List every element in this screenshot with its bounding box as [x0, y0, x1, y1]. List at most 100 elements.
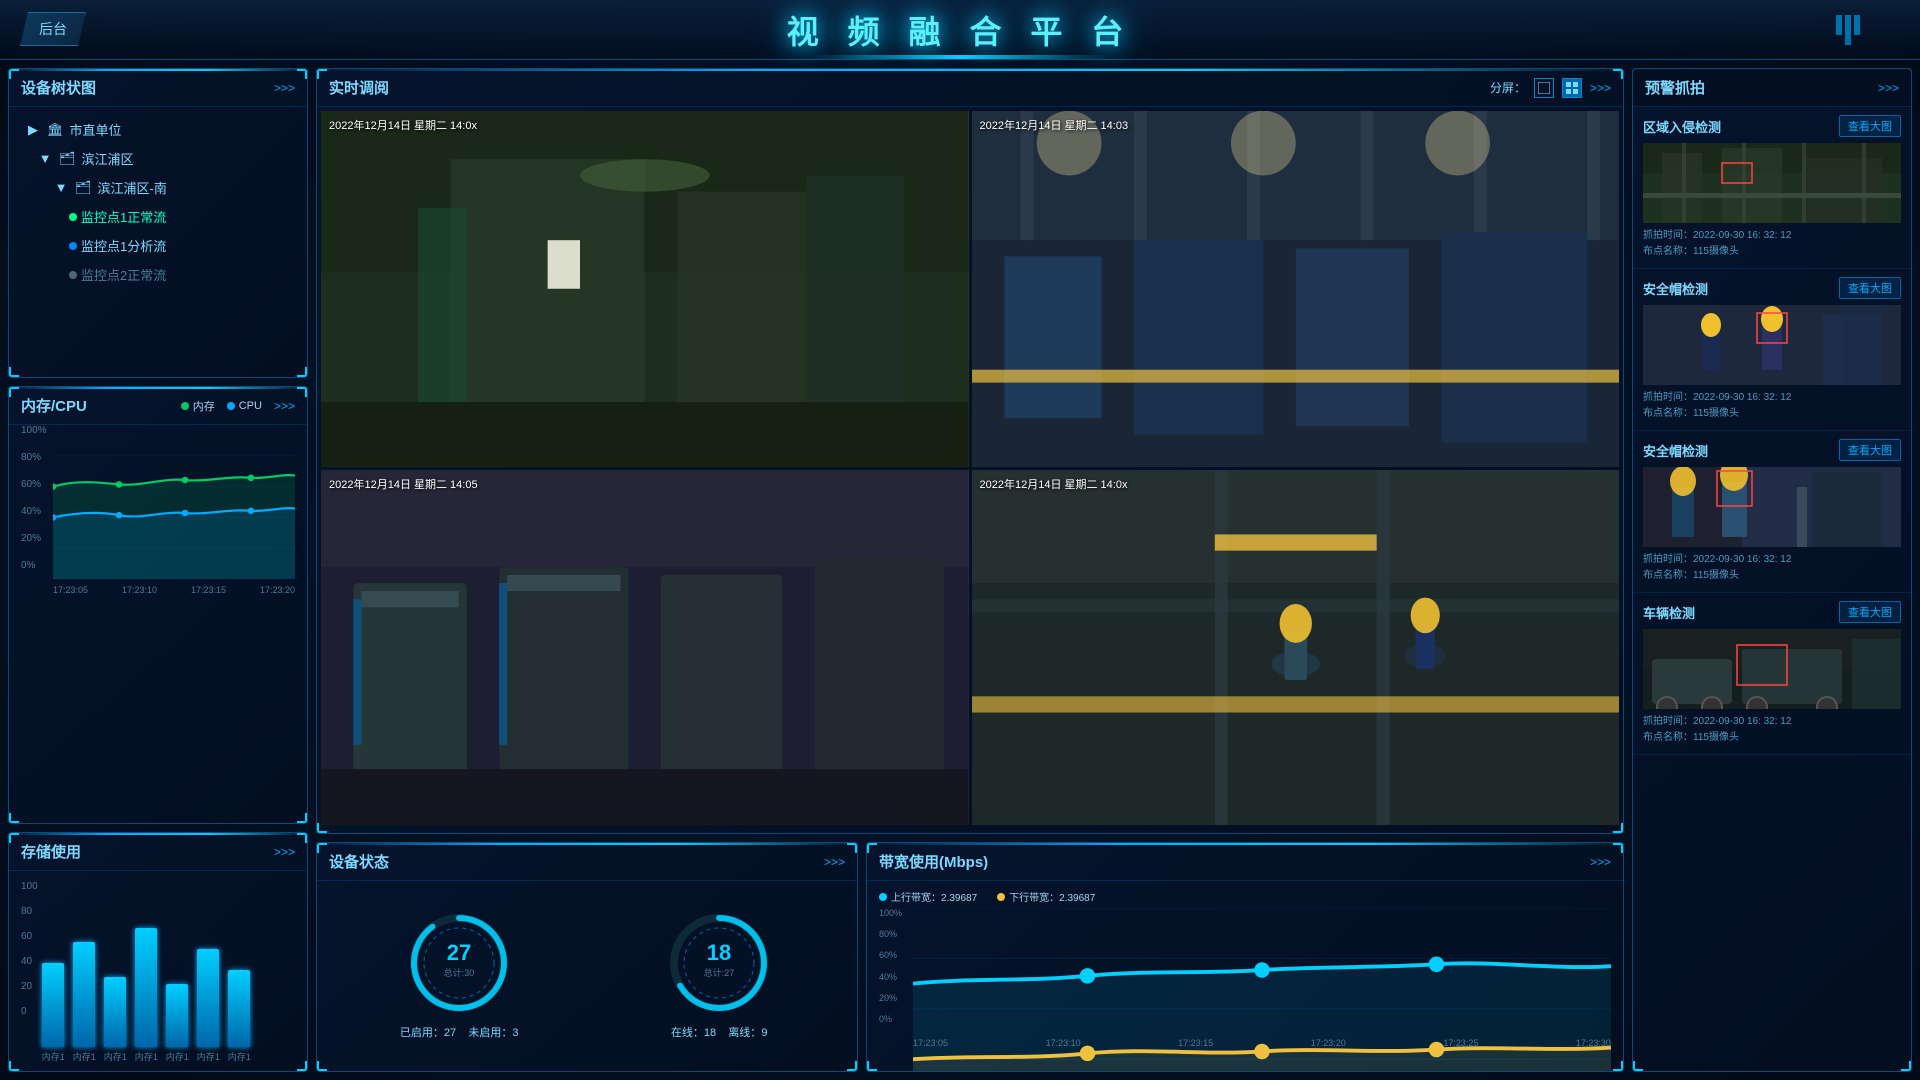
tree-node-label: 市直单位 [70, 120, 122, 139]
tree-node-label-4: 监控点1正常流 [81, 207, 166, 226]
cpu-memory-panel: 内存/CPU 内存 CPU >>> [8, 386, 308, 824]
tree-arrow-south-icon: ▼ [53, 180, 69, 196]
device-tree-more[interactable]: >>> [274, 81, 295, 95]
main-layout: 设备树状图 >>> ▶ 🏛 市直单位 ▼ 🗂 滨江浦区 ▼ 🗂 滨江浦区-南 [0, 60, 1920, 1080]
back-button[interactable]: 后台 [20, 12, 86, 46]
memory-legend-label: 内存 [193, 398, 215, 414]
preview-item-3-header: 安全帽检测 查看大图 [1643, 439, 1901, 461]
storage-content: 100 80 60 40 20 0 内存1 内存1 [9, 871, 307, 1069]
bw-y-labels: 100% 80% 60% 40% 20% 0% [879, 908, 911, 1024]
video-more[interactable]: >>> [1590, 81, 1611, 95]
device-status-title: 设备状态 [329, 851, 389, 872]
split-btn-4[interactable] [1562, 78, 1582, 98]
bandwidth-title: 带宽使用(Mbps) [879, 851, 988, 872]
bar-label-5: 内存1 [166, 1050, 189, 1063]
preview-item-1: 区域入侵检测 查看大图 [1633, 107, 1911, 269]
bandwidth-legend: 上行带宽：2.39687 下行带宽：2.39687 [879, 889, 1611, 904]
warning-capture-more[interactable]: >>> [1878, 81, 1899, 95]
split-btn-1[interactable] [1534, 78, 1554, 98]
tree-node-label-5: 监控点1分析流 [81, 236, 166, 255]
preview-item-4-title: 车辆检测 [1643, 603, 1695, 622]
y-label-80: 80% [21, 452, 51, 463]
storage-bar-3 [104, 977, 126, 1047]
tree-arrow-down-icon: ▼ [37, 151, 53, 167]
cpu-panel-title: 内存/CPU [21, 395, 87, 416]
preview-item-2-view-btn[interactable]: 查看大图 [1839, 277, 1901, 299]
storage-bar-5 [166, 984, 188, 1047]
gauge-1-svg: 27 总计:30 [404, 908, 514, 1018]
cpu-dot-3 [182, 510, 189, 517]
tree-node-monitor1-analysis[interactable]: 监控点1分析流 [21, 231, 295, 260]
preview-item-4: 车辆检测 查看大图 [1633, 593, 1911, 755]
storage-bars-container: 内存1 内存1 内存1 内存1 [42, 877, 295, 1063]
device-status-more[interactable]: >>> [824, 855, 845, 869]
memory-dot-3 [182, 477, 189, 484]
cpu-dot-4 [248, 508, 255, 515]
device-tree-panel: 设备树状图 >>> ▶ 🏛 市直单位 ▼ 🗂 滨江浦区 ▼ 🗂 滨江浦区-南 [8, 68, 308, 378]
storage-bar-4 [135, 928, 157, 1047]
preview-item-1-view-btn[interactable]: 查看大图 [1839, 115, 1901, 137]
preview-item-4-view-btn[interactable]: 查看大图 [1839, 601, 1901, 623]
bw-x-labels: 17:23:05 17:23:10 17:23:15 17:23:20 17:2… [913, 1038, 1611, 1048]
gauge-1-stats: 已启用：27 未启用：3 [400, 1024, 519, 1040]
header: 后台 视 频 融 合 平 台 [0, 0, 1920, 60]
preview-img-4 [1643, 629, 1901, 709]
bandwidth-panel: 带宽使用(Mbps) >>> 上行带宽：2.39687 下行带宽：2.39687 [866, 842, 1624, 1072]
storage-bar-7 [228, 970, 250, 1047]
video-timestamp-3: 2022年12月14日 星期二 14:05 [329, 476, 478, 492]
svg-text:27: 27 [447, 940, 471, 965]
tree-node-city[interactable]: ▶ 🏛 市直单位 [21, 115, 295, 144]
tree-node-binjiang-south[interactable]: ▼ 🗂 滨江浦区-南 [21, 173, 295, 202]
bandwidth-more[interactable]: >>> [1590, 855, 1611, 869]
tree-node-monitor1[interactable]: 监控点1正常流 [21, 202, 295, 231]
bar-label-6: 内存1 [197, 1050, 220, 1063]
storage-title: 存储使用 [21, 841, 81, 862]
storage-more[interactable]: >>> [274, 845, 295, 859]
device-tree-header: 设备树状图 >>> [9, 69, 307, 107]
bar-group-3: 内存1 [104, 977, 127, 1063]
x-label-2: 17:23:10 [122, 585, 157, 595]
preview-item-2: 安全帽检测 查看大图 [1633, 269, 1911, 431]
bar-group-4: 内存1 [135, 928, 158, 1063]
x-label-4: 17:23:20 [260, 585, 295, 595]
bandwidth-chart-area: 上行带宽：2.39687 下行带宽：2.39687 100% 80% 60% 4… [867, 881, 1623, 1067]
memory-dot-4 [248, 475, 255, 482]
gauge-2-svg: 18 总计:27 [664, 908, 774, 1018]
x-label-1: 17:23:05 [53, 585, 88, 595]
cpu-panel-more[interactable]: >>> [274, 399, 295, 413]
preview-item-4-header: 车辆检测 查看大图 [1643, 601, 1901, 623]
dot-gray-icon [69, 271, 77, 279]
tree-node-binjiang[interactable]: ▼ 🗂 滨江浦区 [21, 144, 295, 173]
video-cell-2: 2022年12月14日 星期二 14:03 [972, 111, 1620, 467]
tree-node-monitor2[interactable]: 监控点2正常流 [21, 260, 295, 289]
preview-img-1 [1643, 143, 1901, 223]
bw-down-legend: 下行带宽：2.39687 [997, 889, 1095, 904]
x-label-3: 17:23:15 [191, 585, 226, 595]
bw-up-legend: 上行带宽：2.39687 [879, 889, 977, 904]
video-grid: 2022年12月14日 星期二 14:0x [317, 107, 1623, 829]
video-panel: 实时调阅 分屏： >>> [316, 68, 1624, 834]
bar-group-1: 内存1 [42, 963, 65, 1063]
deco-bar-1 [1836, 15, 1842, 35]
cpu-legend: 内存 CPU [181, 398, 262, 414]
svg-text:总计:30: 总计:30 [444, 967, 475, 978]
cpu-legend-label: CPU [239, 400, 262, 412]
cpu-legend-item: CPU [227, 398, 262, 414]
preview-item-1-info: 抓拍时间：2022-09-30 16: 32: 12 布点名称：115摄像头 [1643, 228, 1901, 260]
bw-down-dot [997, 893, 1005, 901]
bar-label-1: 内存1 [42, 1050, 65, 1063]
preview-item-1-header: 区域入侵检测 查看大图 [1643, 115, 1901, 137]
preview-item-2-info: 抓拍时间：2022-09-30 16: 32: 12 布点名称：115摄像头 [1643, 390, 1901, 422]
bar-group-7: 内存1 [228, 970, 251, 1063]
deco-bar-3 [1854, 15, 1860, 35]
gauge-1: 27 总计:30 已启用：27 未启用：3 [400, 908, 519, 1040]
storage-bar-6 [197, 949, 219, 1047]
cpu-panel-header: 内存/CPU 内存 CPU >>> [9, 387, 307, 425]
memory-legend-item: 内存 [181, 398, 215, 414]
split-label: 分屏： [1490, 79, 1526, 96]
bar-label-2: 内存1 [73, 1050, 96, 1063]
y-label-100: 100% [21, 425, 51, 436]
bar-label-4: 内存1 [135, 1050, 158, 1063]
cpu-chart-area: 100% 80% 60% 40% 20% 0% [9, 425, 307, 595]
preview-item-3-view-btn[interactable]: 查看大图 [1839, 439, 1901, 461]
